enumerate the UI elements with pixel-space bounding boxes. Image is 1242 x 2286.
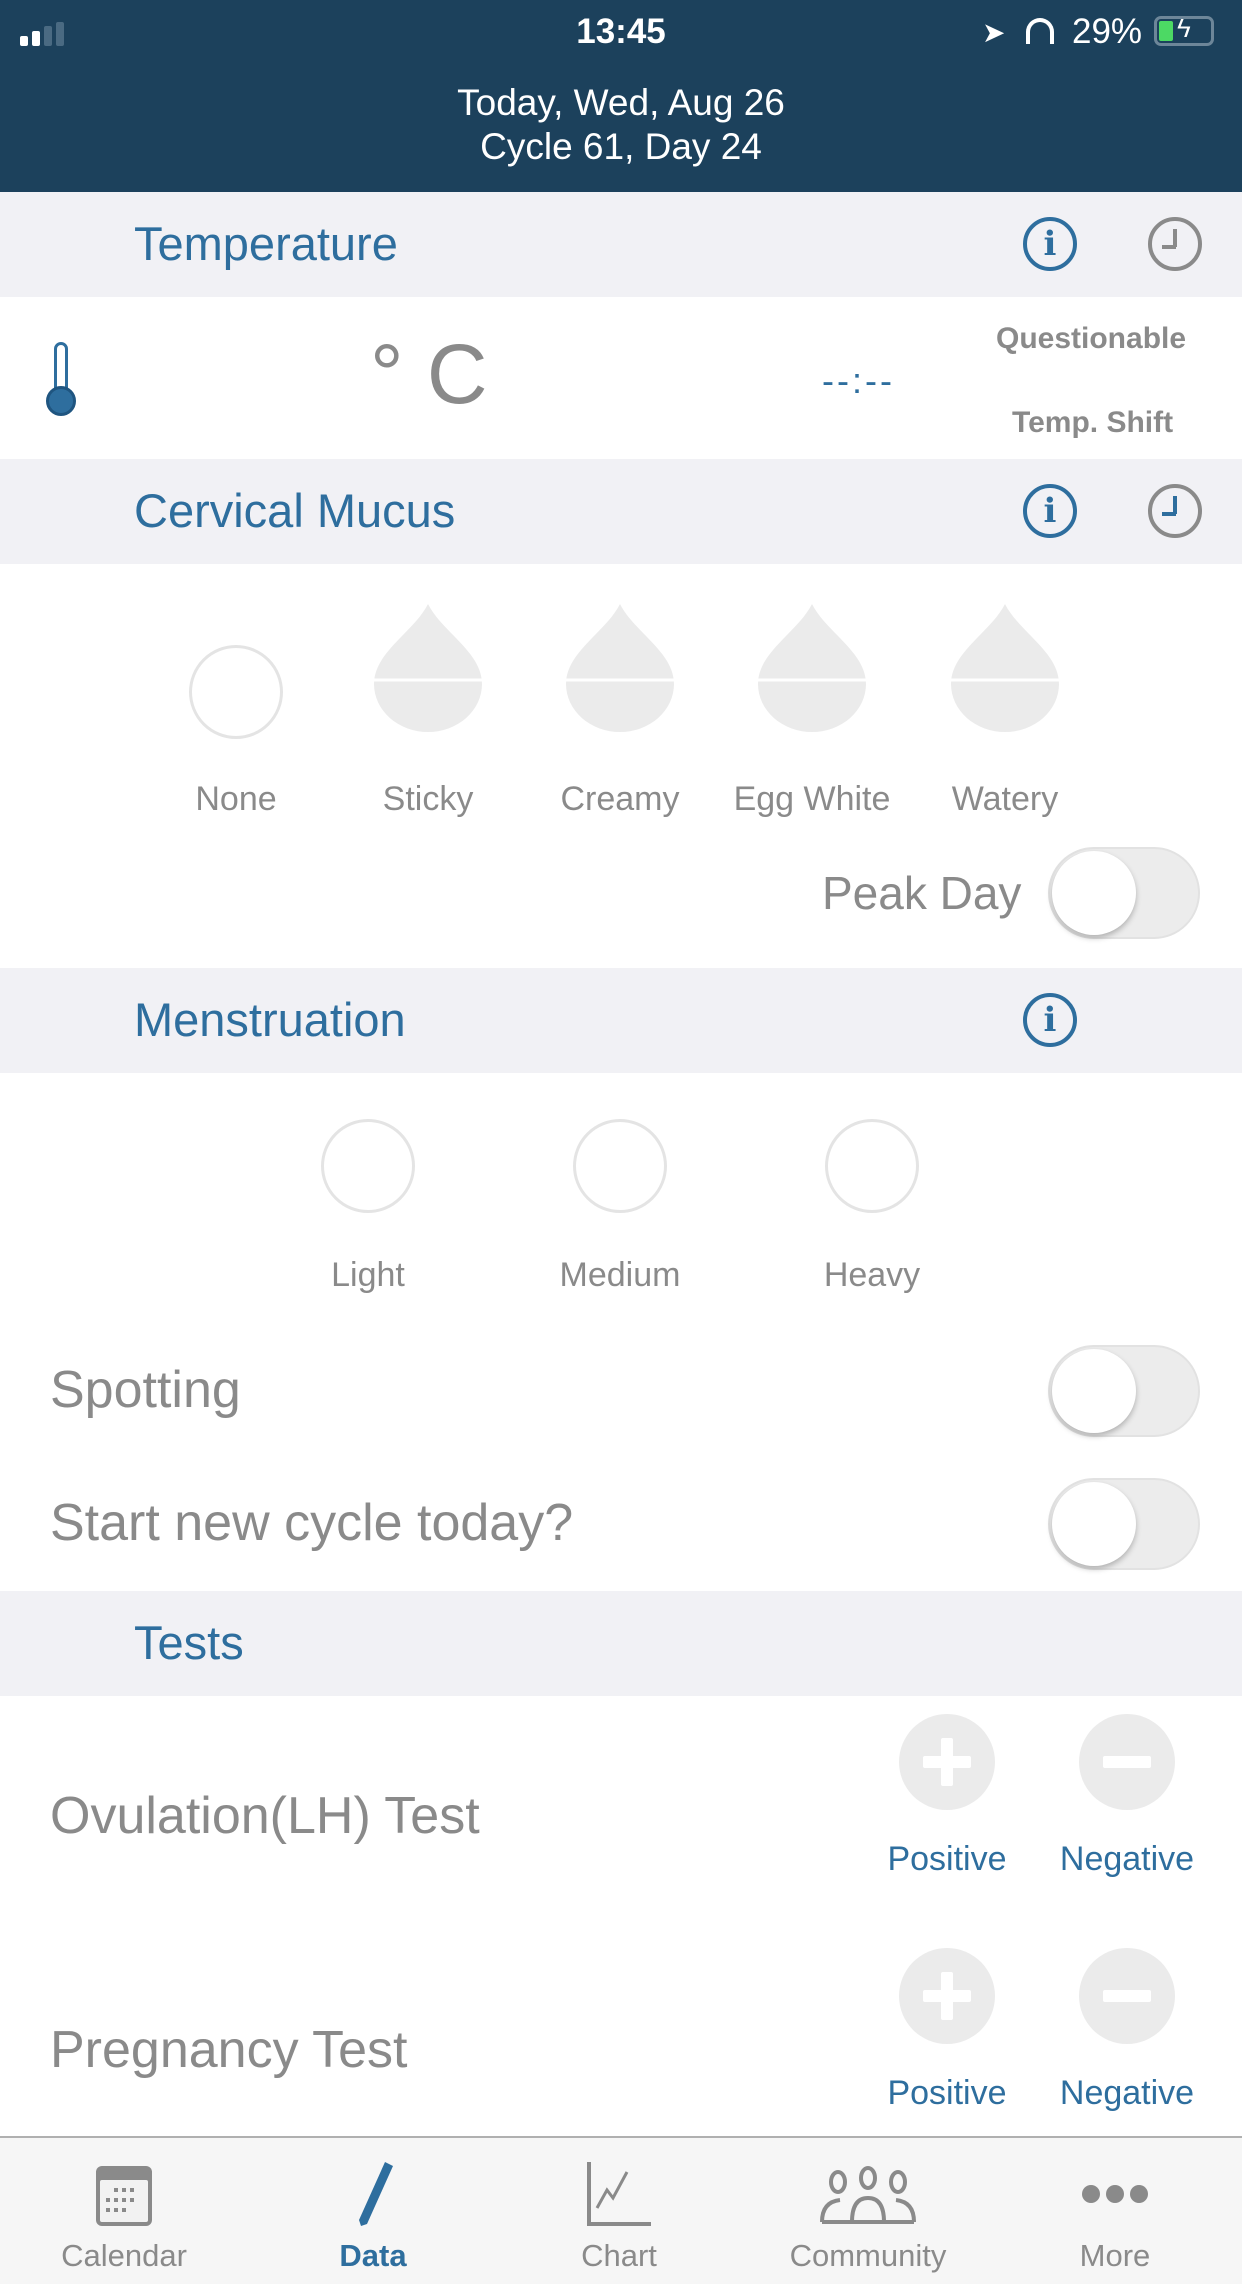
flow-label: Heavy	[823, 1256, 921, 1294]
tab-label: More	[1079, 2238, 1151, 2273]
headphones-icon	[1026, 18, 1054, 44]
questionable-label[interactable]: Questionable	[996, 322, 1186, 356]
section-title: Tests	[134, 1616, 244, 1669]
mucus-label: Sticky	[382, 780, 474, 818]
cervical-mucus-section-header: Cervical Mucus i	[0, 459, 1242, 564]
info-icon[interactable]: i	[1023, 217, 1077, 271]
flow-medium-option[interactable]	[573, 1119, 667, 1213]
ovulation-positive-button[interactable]	[899, 1714, 995, 1810]
flow-light-option[interactable]	[321, 1119, 415, 1213]
tab-calendar[interactable]: Calendar	[24, 2138, 224, 2286]
pregnancy-test-label: Pregnancy Test	[50, 2021, 408, 2079]
battery-icon: ϟ	[1154, 13, 1214, 46]
section-title: Temperature	[134, 217, 398, 270]
header-bar: 13:45 ➤ 29% ϟ Today, Wed, Aug 26 Cycle 6…	[0, 0, 1242, 192]
temperature-input[interactable]: ° C	[370, 326, 488, 423]
tab-label: Community	[789, 2238, 947, 2273]
info-icon[interactable]: i	[1023, 484, 1077, 538]
more-icon	[1082, 2185, 1148, 2203]
pregnancy-positive-button[interactable]	[899, 1948, 995, 2044]
positive-label[interactable]: Positive	[857, 1840, 1037, 1879]
ovulation-test-label: Ovulation(LH) Test	[50, 1787, 480, 1845]
temperature-time[interactable]: --:--	[822, 360, 895, 402]
mucus-watery-drop-icon[interactable]	[949, 602, 1061, 732]
chart-icon	[587, 2162, 651, 2226]
mucus-label: Egg White	[733, 780, 891, 818]
positive-label[interactable]: Positive	[857, 2074, 1037, 2113]
temperature-section-header: Temperature i	[0, 192, 1242, 297]
mucus-label: Watery	[951, 780, 1059, 818]
thermometer-icon	[46, 342, 76, 418]
tab-bar: Calendar Data Chart Community More	[0, 2136, 1242, 2284]
spotting-label: Spotting	[50, 1361, 241, 1419]
clock-icon[interactable]	[1148, 217, 1202, 271]
flow-label: Medium	[559, 1256, 681, 1294]
menstruation-section-header: Menstruation i	[0, 968, 1242, 1073]
header-date: Today, Wed, Aug 26	[457, 82, 785, 123]
clock-icon[interactable]	[1148, 484, 1202, 538]
status-time: 13:45	[576, 12, 666, 51]
tab-community[interactable]: Community	[768, 2138, 968, 2286]
ovulation-negative-button[interactable]	[1079, 1714, 1175, 1810]
mucus-creamy-drop-icon[interactable]	[564, 602, 676, 732]
negative-label[interactable]: Negative	[1037, 2074, 1217, 2113]
mucus-label: None	[195, 780, 277, 818]
spotting-toggle[interactable]	[1048, 1345, 1200, 1437]
info-icon[interactable]: i	[1023, 993, 1077, 1047]
calendar-icon	[96, 2166, 152, 2226]
peak-day-label: Peak Day	[822, 867, 1022, 919]
mucus-none-option[interactable]	[189, 645, 283, 739]
header-cycle: Cycle 61, Day 24	[480, 126, 762, 167]
new-cycle-label: Start new cycle today?	[50, 1494, 574, 1552]
temp-shift-label[interactable]: Temp. Shift	[1012, 406, 1173, 440]
flow-heavy-option[interactable]	[825, 1119, 919, 1213]
section-title: Menstruation	[134, 993, 406, 1046]
negative-label[interactable]: Negative	[1037, 1840, 1217, 1879]
tab-chart[interactable]: Chart	[519, 2138, 719, 2286]
peak-day-toggle[interactable]	[1048, 847, 1200, 939]
flow-label: Light	[331, 1256, 405, 1294]
tab-more[interactable]: More	[1015, 2138, 1215, 2286]
new-cycle-toggle[interactable]	[1048, 1478, 1200, 1570]
mucus-sticky-drop-icon[interactable]	[372, 602, 484, 732]
tab-label: Calendar	[61, 2238, 187, 2273]
tests-section-header: Tests	[0, 1591, 1242, 1696]
tab-label: Chart	[581, 2238, 657, 2273]
location-icon: ➤	[982, 17, 1006, 48]
mucus-egg-white-drop-icon[interactable]	[756, 602, 868, 732]
tab-data[interactable]: Data	[273, 2138, 473, 2286]
pregnancy-negative-button[interactable]	[1079, 1948, 1175, 2044]
tab-label: Data	[339, 2238, 407, 2273]
section-title: Cervical Mucus	[134, 484, 456, 537]
mucus-label: Creamy	[560, 780, 680, 818]
pencil-icon	[359, 2162, 393, 2226]
community-icon	[820, 2166, 916, 2224]
battery-percent: 29%	[1072, 12, 1143, 51]
